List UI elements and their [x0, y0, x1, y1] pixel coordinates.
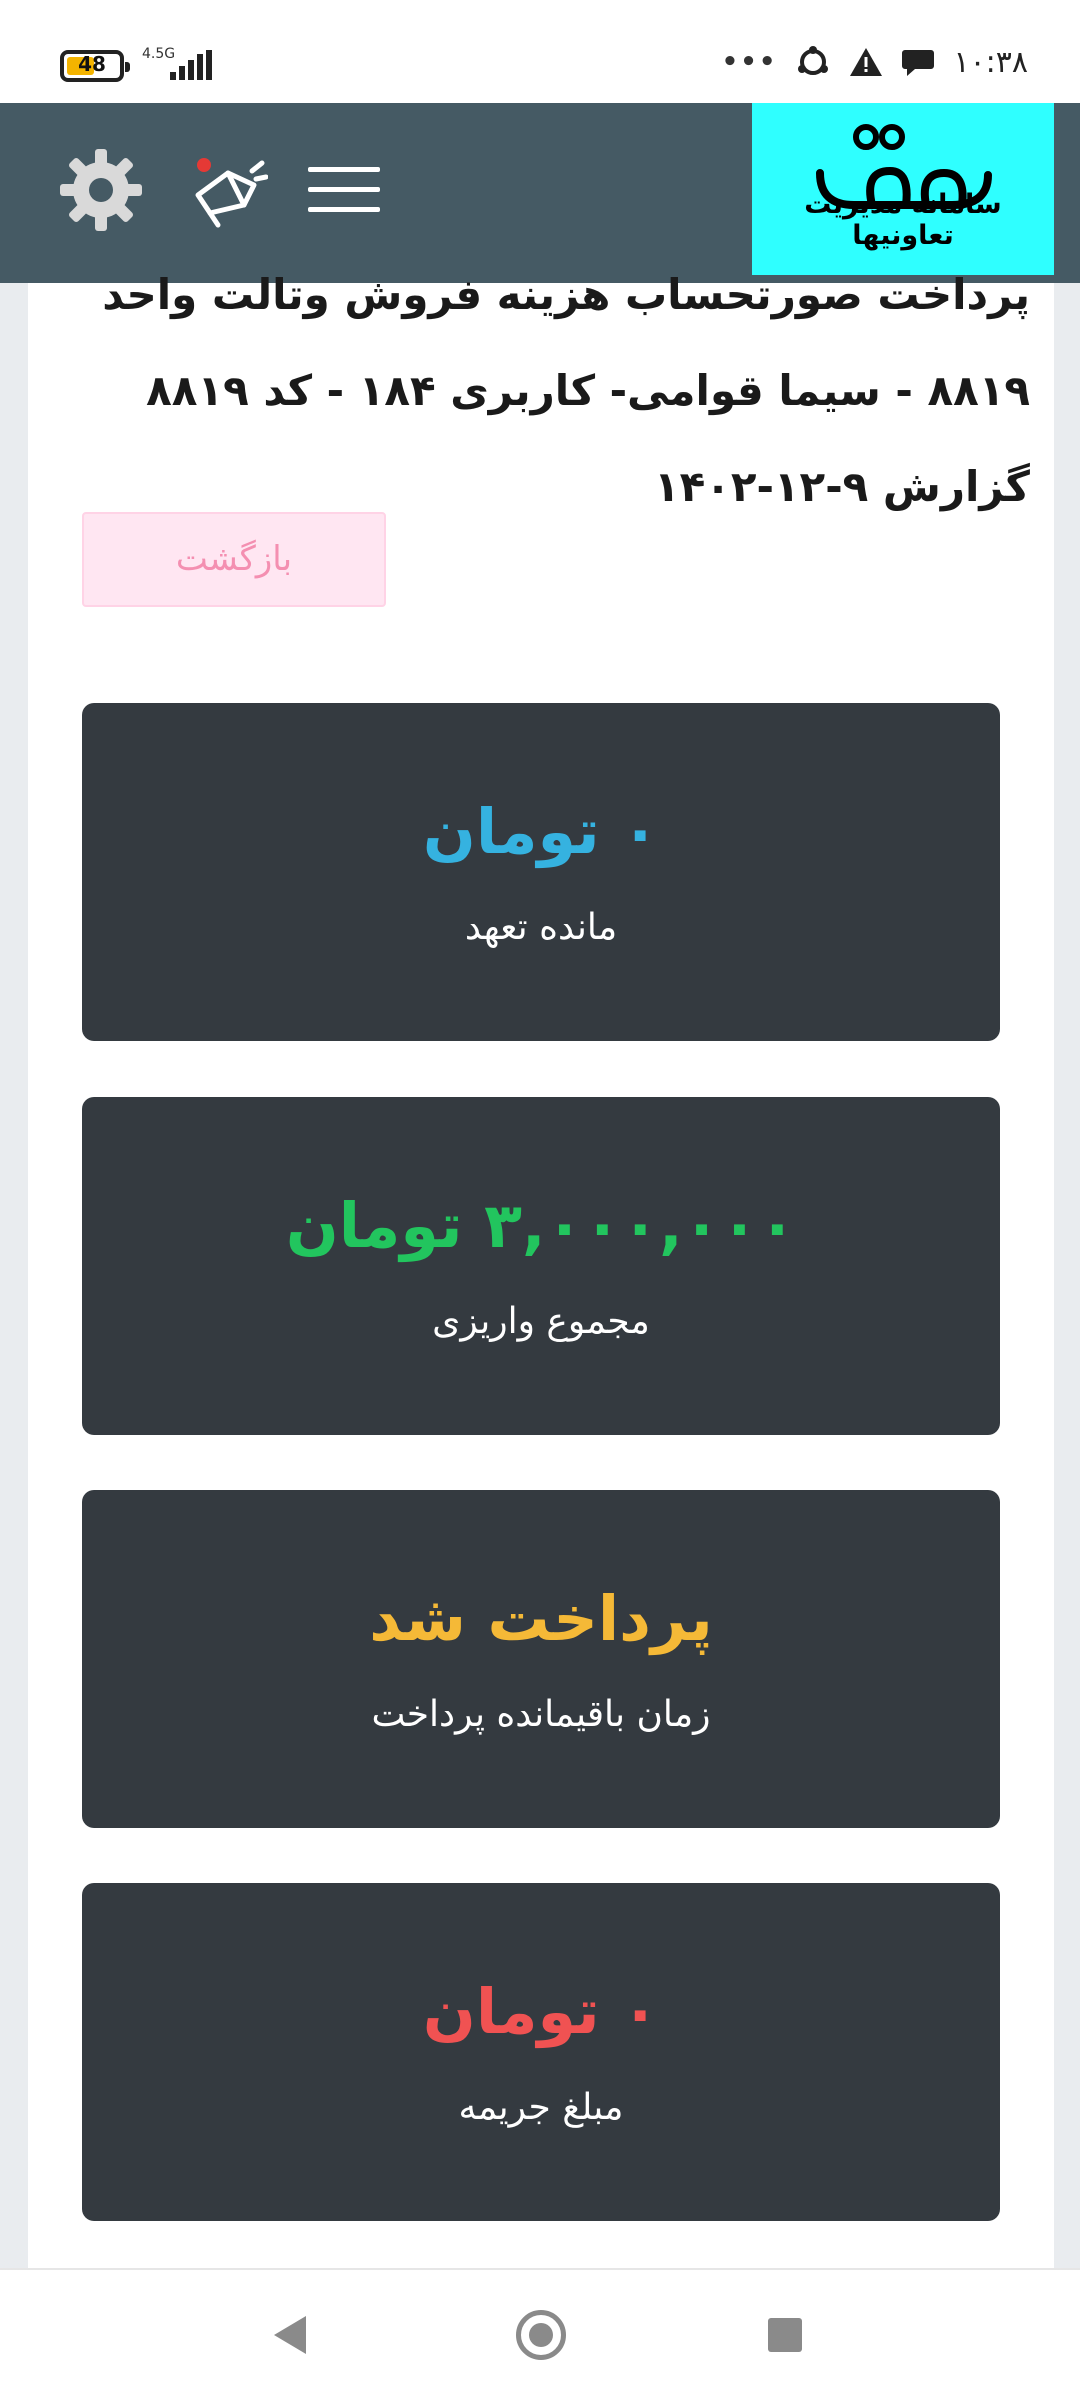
home-circle-icon[interactable]: [516, 2310, 566, 2360]
status-right-group: ••• ۱۰:۳۸: [722, 42, 1028, 82]
logo-caption: سامانه مدیریت تعاونیها: [804, 189, 1002, 251]
app-screen: 48 4.5G ••• ۱۰:۳۸ سامانه مدیریت تعاونیها…: [0, 0, 1080, 2400]
card-label: مانده تعهد: [464, 907, 618, 948]
main-content: پرداخت صورتحساب هزینه فروش وتالت واحد ۸۸…: [28, 270, 1054, 2268]
card-value: ۰ تومان: [422, 1975, 660, 2048]
penalty-amount-card: ۰ تومان مبلغ جریمه: [82, 1883, 1000, 2221]
back-button[interactable]: بازگشت: [82, 512, 386, 607]
commitment-balance-card: ۰ تومان مانده تعهد: [82, 703, 1000, 1041]
announcement-megaphone-icon[interactable]: [188, 151, 268, 231]
settings-gear-icon[interactable]: [56, 145, 146, 235]
more-dots-icon: •••: [721, 47, 778, 77]
back-triangle-icon[interactable]: [272, 2314, 310, 2356]
battery-icon: 48: [60, 50, 130, 82]
battery-level: 48: [78, 52, 106, 76]
payment-time-card: پرداخت شد زمان باقیمانده پرداخت: [82, 1490, 1000, 1828]
card-label: مجموع واریزی: [432, 1301, 650, 1342]
status-bar: 48 4.5G ••• ۱۰:۳۸: [0, 0, 1080, 103]
system-nav-bar: [0, 2268, 1080, 2400]
page-title: پرداخت صورتحساب هزینه فروش وتالت واحد ۸۸…: [102, 270, 1030, 511]
warning-icon: [850, 48, 883, 76]
card-value: ۳,۰۰۰,۰۰۰ تومان: [285, 1189, 797, 1262]
card-value: ۰ تومان: [422, 795, 660, 868]
total-deposit-card: ۳,۰۰۰,۰۰۰ تومان مجموع واریزی: [82, 1097, 1000, 1435]
card-label: زمان باقیمانده پرداخت: [371, 1694, 711, 1735]
menu-hamburger-icon[interactable]: [308, 165, 380, 217]
sync-icon: [798, 46, 829, 75]
chat-icon: [902, 50, 935, 76]
card-value: پرداخت شد: [369, 1582, 713, 1655]
signal-icon: [170, 50, 212, 80]
recents-square-icon[interactable]: [768, 2318, 802, 2352]
card-label: مبلغ جریمه: [458, 2087, 624, 2128]
clock: ۱۰:۳۸: [953, 44, 1028, 80]
